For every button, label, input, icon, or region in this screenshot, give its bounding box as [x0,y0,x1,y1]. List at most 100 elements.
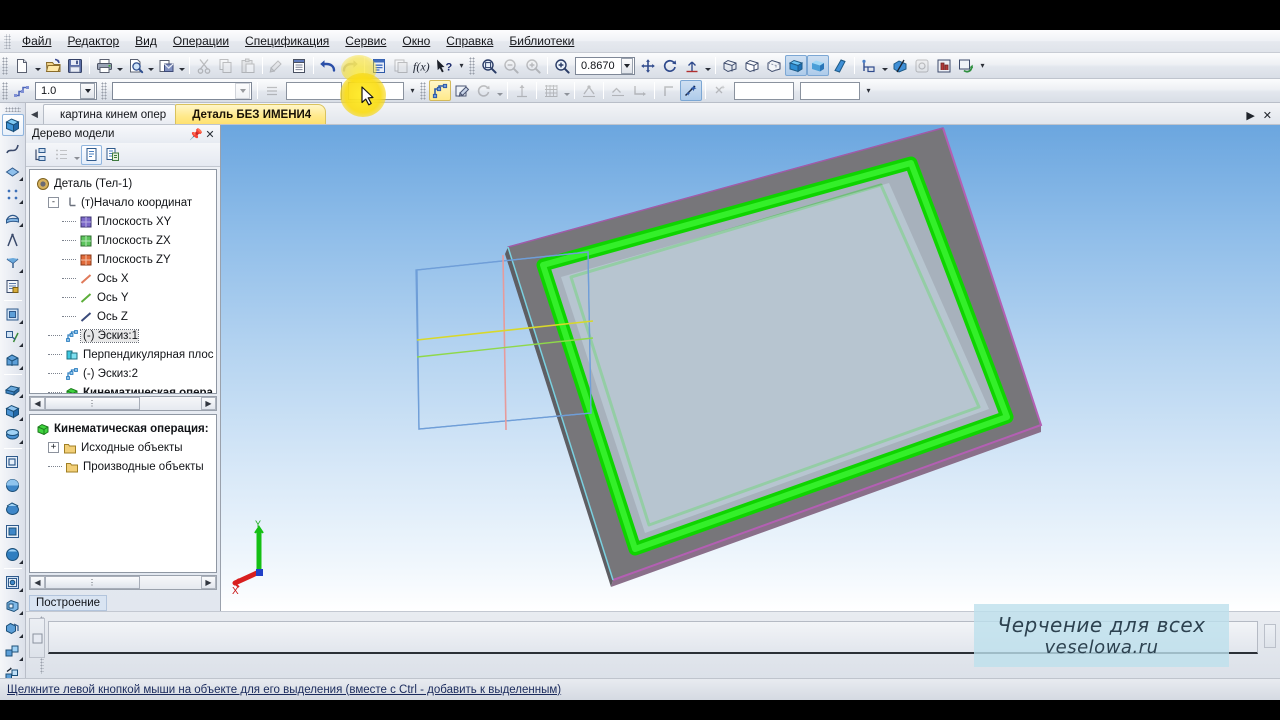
property-panel-resize-handle[interactable] [1264,624,1276,648]
no-hidden-lines-icon[interactable] [741,55,763,76]
tree-item[interactable]: Кинематическая операция: [34,419,216,438]
current-step-icon[interactable] [11,80,33,101]
menu-help[interactable]: Справка [438,32,501,51]
close-icon[interactable]: ✕ [203,128,217,141]
draft-icon[interactable] [2,252,24,274]
plane-icon[interactable] [2,160,24,182]
body-icon[interactable] [2,474,24,496]
tree-item[interactable]: Кинематическая опера [34,383,216,393]
sketch-frame-icon[interactable] [2,520,24,542]
project-point-icon[interactable] [511,80,533,101]
rib-icon[interactable] [2,349,24,371]
zoom-scale-dropdown-icon[interactable] [620,57,633,74]
new-document-icon[interactable] [11,55,33,76]
shaded-body-icon[interactable] [1,114,24,136]
open-document-icon[interactable] [42,55,64,76]
model-tree-view[interactable]: Деталь (Тел-1) - (т)Начало координат Плоско… [29,169,217,394]
compass-icon[interactable] [2,229,24,251]
tree-item[interactable]: + Исходные объекты [34,438,216,457]
extrude-cut-icon[interactable] [2,400,24,422]
scroll-thumb[interactable]: ⋮ [45,397,140,410]
sketch-toolbar-grip2-icon[interactable] [101,81,107,100]
sketch-toolbar-overflow-button[interactable]: ▾ [407,80,418,102]
orientation-dropdown-icon[interactable] [703,55,712,76]
tree-item[interactable]: Плоскость ZY [34,250,216,269]
tree-item[interactable]: Плоскость XY [34,212,216,231]
show-properties-icon[interactable] [81,144,102,165]
tree-structure-icon[interactable] [30,145,51,165]
face-icon[interactable] [2,303,24,325]
model-tree-hscrollbar[interactable]: ◀ ⋮ ▶ [29,396,217,411]
menu-service[interactable]: Сервис [337,32,394,51]
tab-scroll-left-button[interactable]: ◀ [26,104,43,124]
menu-specification[interactable]: Спецификация [237,32,337,51]
chamfer-icon[interactable] [2,571,24,593]
hide-all-dropdown-icon[interactable] [880,55,889,76]
tab-scroll-right-button[interactable]: ▶ [1246,109,1254,122]
wireframe-icon[interactable] [719,55,741,76]
hide-all-icon[interactable] [858,55,880,76]
send-document-dropdown-icon[interactable] [177,55,186,76]
cut-icon[interactable] [193,55,215,76]
left-toolbar-grip-icon[interactable] [4,107,21,112]
menu-edit[interactable]: Редактор [60,32,128,51]
sketch-icon[interactable] [429,80,451,101]
property-panel-content[interactable] [48,621,1258,654]
menu-libraries[interactable]: Библиотеки [501,32,582,51]
shaded-with-edges-icon[interactable] [785,55,807,76]
simplify-icon[interactable] [911,55,933,76]
copy-icon[interactable] [215,55,237,76]
layer-combo[interactable] [112,81,252,100]
highlight-icon[interactable] [680,80,702,101]
print-preview-icon[interactable] [124,55,146,76]
whats-this-icon[interactable]: ? [434,55,456,76]
grid-icon[interactable] [540,80,562,101]
array-icon[interactable] [2,640,24,662]
tab-kartina-kinem-oper[interactable]: картина кинем опер [43,104,182,124]
tree-item[interactable]: Ось X [34,269,216,288]
fx-icon[interactable]: f(x) [412,55,434,76]
sketch-field-2[interactable] [800,81,860,100]
menu-file[interactable]: Файл [14,32,60,51]
operation-detail-view[interactable]: Кинематическая операция: + Исходные объект… [29,414,217,573]
tree-expander-toggle[interactable]: - [48,197,59,208]
spline-icon[interactable] [2,137,24,159]
hidden-lines-thin-icon[interactable] [763,55,785,76]
spec-object-icon[interactable] [2,275,24,297]
refresh-icon[interactable] [955,55,977,76]
grid-dropdown-icon[interactable] [562,80,571,101]
tree-item[interactable]: Ось Y [34,288,216,307]
tree-item[interactable]: Деталь (Тел-1) [34,174,216,193]
scroll-right-arrow-icon[interactable]: ▶ [201,397,216,410]
constraints-icon[interactable] [607,80,629,101]
edit-sketch-icon[interactable] [451,80,473,101]
zoom-scale-icon[interactable] [551,55,573,76]
menu-view[interactable]: Вид [127,32,165,51]
redo-icon[interactable] [339,55,361,76]
auto-constraint-icon[interactable] [629,80,651,101]
3d-viewport[interactable]: Y X [221,125,1280,611]
tree-item[interactable]: Производные объекты [34,457,216,476]
property-panel-toggle-icon[interactable] [29,618,45,658]
tab-detail-bez-imeni4[interactable]: Деталь БЕЗ ИМЕНИ4 [175,104,327,124]
print-preview-dropdown-icon[interactable] [146,55,155,76]
tree-item[interactable]: Плоскость ZX [34,231,216,250]
sketch-tools-overflow-button[interactable]: ▾ [863,80,874,102]
sphere-icon[interactable] [2,497,24,519]
scroll-right-arrow-icon[interactable]: ▶ [201,576,216,589]
toolbar-overflow-button[interactable]: ▾ [456,55,467,77]
scroll-left-arrow-icon[interactable]: ◀ [30,397,45,410]
rebuild-icon[interactable] [933,55,955,76]
tab-close-button[interactable]: ✕ [1263,109,1272,122]
scroll-thumb[interactable]: ⋮ [45,576,140,589]
rotate-sketch-dropdown-icon[interactable] [495,80,504,101]
scroll-track[interactable] [140,397,201,410]
section-icon[interactable] [889,55,911,76]
zoom-toolbar-grip-icon[interactable] [469,56,475,75]
tree-expander-toggle[interactable]: + [48,442,59,453]
view-toolbar-overflow-button[interactable]: ▾ [977,55,988,77]
zoom-scale-combo[interactable]: 0.8670 [575,56,635,75]
document-manager-icon[interactable] [390,55,412,76]
sketch-tools-grip-icon[interactable] [420,81,426,100]
properties-icon[interactable] [288,55,310,76]
